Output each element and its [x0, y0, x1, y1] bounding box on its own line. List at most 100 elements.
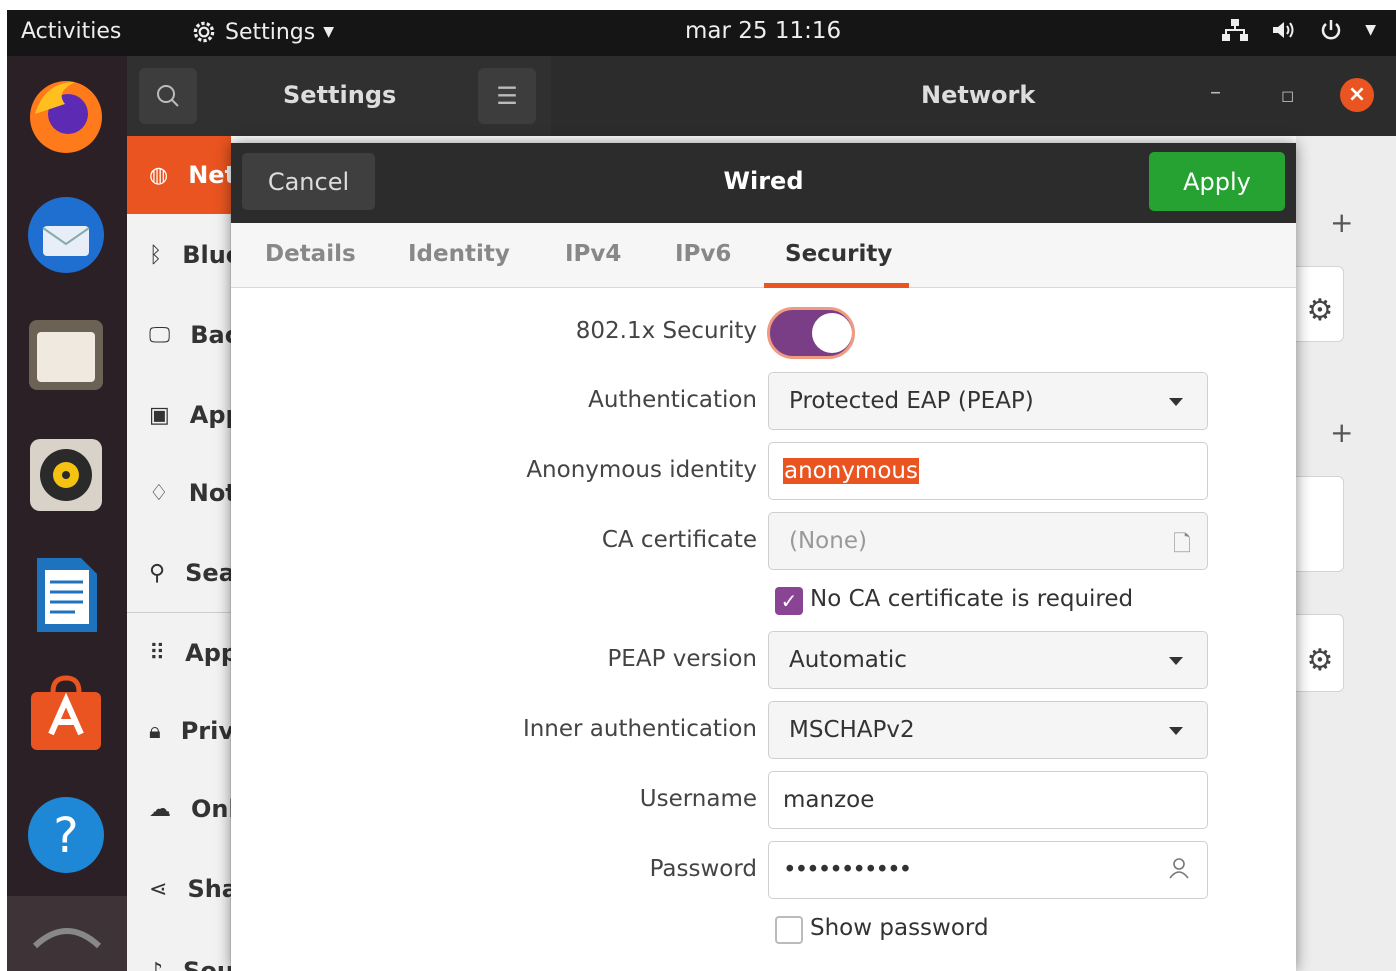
apps-icon: ⠿ [149, 640, 166, 666]
close-button[interactable]: × [1340, 78, 1374, 112]
chevron-down-icon [1169, 727, 1183, 735]
username-label: Username [639, 786, 757, 812]
rhythmbox-icon[interactable] [25, 434, 107, 516]
dock: ? [7, 56, 127, 971]
sidebar-item-applications[interactable]: ⠿Applications [127, 614, 231, 692]
chevron-down-icon [1169, 657, 1183, 665]
settings-title: Settings [283, 81, 397, 109]
show-password-checkbox[interactable] [775, 916, 803, 944]
authentication-label: Authentication [588, 387, 757, 413]
firefox-icon[interactable] [25, 74, 107, 156]
minimize-button[interactable]: – [1210, 80, 1221, 105]
sidebar-item-appearance[interactable]: ▣Appearance [127, 376, 231, 454]
tab-details[interactable]: Details [265, 241, 356, 267]
volume-icon [1273, 22, 1294, 38]
hamburger-icon: ☰ [496, 82, 518, 110]
sidebar-item-privacy[interactable]: 🔒︎Privacy [127, 692, 231, 770]
bell-icon: ♢ [149, 480, 169, 506]
dialog-headerbar: Cancel Wired Apply [231, 143, 1296, 223]
user-icon[interactable] [1167, 856, 1191, 886]
tab-security[interactable]: Security [785, 241, 892, 267]
lock-icon: 🔒︎ [149, 718, 161, 744]
wired-settings-button[interactable]: ⚙ [1296, 276, 1344, 344]
sidebar-item-search[interactable]: ⚲Search [127, 534, 231, 612]
system-tray[interactable]: ▼ [1221, 18, 1376, 42]
sidebar-item-background[interactable]: 🖵Background [127, 296, 231, 374]
search-button[interactable] [139, 68, 197, 124]
sidebar-separator [127, 612, 231, 613]
chevron-down-icon: ▼ [1365, 22, 1376, 38]
checkmark-icon: ✓ [780, 589, 798, 613]
sidebar-item-notifications[interactable]: ♢Notifications [127, 454, 231, 532]
sidebar-item-sound[interactable]: ♪Sound [127, 932, 231, 971]
sidebar-item-online-accounts[interactable]: ☁︎Online Accounts [127, 770, 231, 848]
toggle-knob [812, 313, 852, 353]
proxy-settings-button[interactable]: ⚙ [1296, 626, 1344, 694]
add-vpn-button[interactable]: + [1330, 416, 1353, 449]
password-input[interactable]: ••••••••••• [768, 841, 1208, 899]
help-icon[interactable]: ? [25, 794, 107, 876]
settings-headerbar: Settings ☰ Network – ◻ × [127, 56, 1396, 136]
security-toggle[interactable] [767, 307, 855, 359]
menu-button[interactable]: ☰ [478, 68, 536, 124]
bluetooth-icon: ᛒ [149, 242, 163, 268]
background-icon: 🖵 [149, 322, 171, 348]
dialog-title: Wired [723, 167, 804, 195]
search-icon [157, 85, 179, 107]
clock[interactable]: mar 25 11:16 [685, 18, 841, 44]
power-icon [1321, 20, 1341, 40]
gear-icon: ⚙ [1306, 642, 1334, 678]
thunderbird-icon[interactable] [25, 194, 107, 276]
peap-version-label: PEAP version [607, 646, 757, 672]
gear-icon [193, 21, 215, 43]
security-label: 802.1x Security [575, 318, 757, 344]
tab-ipv4[interactable]: IPv4 [565, 241, 621, 267]
authentication-dropdown[interactable]: Protected EAP (PEAP) [768, 372, 1208, 430]
apply-button[interactable]: Apply [1149, 152, 1285, 211]
app-menu-label: Settings [225, 19, 316, 45]
software-store-icon[interactable] [25, 674, 107, 756]
sidebar-item-bluetooth[interactable]: ᛒBluetooth [127, 216, 231, 294]
anonymous-identity-label: Anonymous identity [526, 457, 757, 483]
active-tab-indicator [764, 283, 909, 288]
vpn-card [1296, 476, 1344, 572]
chevron-down-icon [1169, 398, 1183, 406]
network-wired-icon [1222, 19, 1249, 41]
peap-version-dropdown[interactable]: Automatic [768, 631, 1208, 689]
settings-sidebar: ◍Network ᛒBluetooth 🖵Background ▣Appeara… [127, 136, 231, 971]
share-icon: ⋖ [149, 876, 168, 902]
inner-authentication-label: Inner authentication [522, 716, 757, 742]
panel-title: Network [921, 81, 1036, 109]
network-icon: ◍ [149, 162, 169, 188]
activities-button[interactable]: Activities [21, 19, 121, 44]
tab-ipv6[interactable]: IPv6 [675, 241, 731, 267]
document-icon: 🗋︎ [1173, 532, 1191, 557]
svg-text:?: ? [53, 808, 78, 864]
no-ca-label[interactable]: No CA certificate is required [810, 586, 1133, 612]
running-app-indicator[interactable] [7, 896, 127, 971]
anonymous-identity-input[interactable]: anonymous [768, 442, 1208, 500]
app-menu[interactable]: Settings ▼ [191, 19, 334, 45]
inner-authentication-dropdown[interactable]: MSCHAPv2 [768, 701, 1208, 759]
sidebar-item-network[interactable]: ◍Network [127, 136, 231, 214]
maximize-button[interactable]: ◻ [1281, 86, 1294, 105]
search-icon: ⚲ [149, 560, 166, 586]
files-icon[interactable] [25, 314, 107, 396]
speaker-icon: ♪ [149, 958, 164, 971]
wired-dialog: Cancel Wired Apply Details Identity IPv4… [231, 143, 1296, 971]
add-connection-button[interactable]: + [1330, 206, 1353, 239]
sidebar-item-sharing[interactable]: ⋖Sharing [127, 850, 231, 928]
username-input[interactable]: manzoe [768, 771, 1208, 829]
ca-certificate-chooser[interactable]: (None) 🗋︎ [768, 512, 1208, 570]
close-icon: × [1347, 82, 1367, 107]
libreoffice-writer-icon[interactable] [25, 554, 107, 636]
appearance-icon: ▣ [149, 402, 170, 428]
dialog-tabs: Details Identity IPv4 IPv6 Security [231, 223, 1296, 288]
chevron-down-icon: ▼ [323, 24, 335, 40]
no-ca-checkbox[interactable]: ✓ [775, 587, 803, 615]
cloud-icon: ☁︎ [149, 796, 171, 822]
gear-icon: ⚙ [1306, 292, 1334, 328]
show-password-label[interactable]: Show password [810, 915, 989, 941]
ca-certificate-label: CA certificate [601, 527, 757, 553]
tab-identity[interactable]: Identity [408, 241, 510, 267]
